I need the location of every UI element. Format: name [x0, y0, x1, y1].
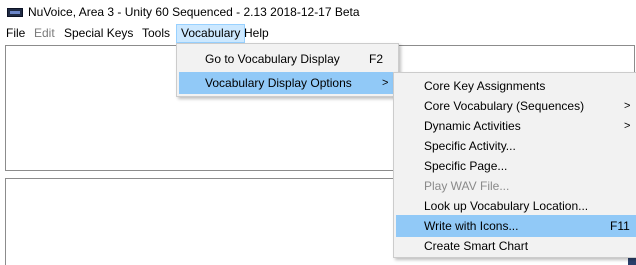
menu-file[interactable]: File	[2, 24, 29, 43]
menu-item-label: Play WAV File...	[424, 179, 510, 193]
menu-item-specific-activity[interactable]: Specific Activity...	[396, 135, 636, 157]
menu-item-core-key-assignments[interactable]: Core Key Assignments	[396, 75, 636, 97]
chevron-right-icon: >	[624, 100, 631, 112]
menu-item-core-vocabulary-sequences[interactable]: Core Vocabulary (Sequences) >	[396, 95, 636, 117]
menu-item-label: Look up Vocabulary Location...	[424, 199, 589, 213]
menu-item-label: Write with Icons...	[424, 219, 519, 233]
app-icon	[7, 8, 23, 17]
chevron-right-icon: >	[382, 77, 389, 89]
menu-edit[interactable]: Edit	[30, 24, 59, 43]
vocabulary-display-options-submenu: Core Key Assignments Core Vocabulary (Se…	[393, 72, 636, 258]
menu-item-label: Specific Page...	[424, 159, 508, 173]
title-bar: NuVoice, Area 3 - Unity 60 Sequenced - 2…	[0, 0, 636, 24]
menu-item-label: Core Vocabulary (Sequences)	[424, 99, 585, 113]
window-title: NuVoice, Area 3 - Unity 60 Sequenced - 2…	[28, 5, 360, 19]
menu-tools[interactable]: Tools	[138, 24, 174, 43]
menu-item-look-up-vocabulary-location[interactable]: Look up Vocabulary Location...	[396, 195, 636, 217]
menu-bar: File Edit Special Keys Tools Vocabulary …	[0, 24, 636, 43]
menu-item-dynamic-activities[interactable]: Dynamic Activities >	[396, 115, 636, 137]
menu-item-shortcut: F11	[610, 219, 630, 233]
menu-item-specific-page[interactable]: Specific Page...	[396, 155, 636, 177]
menu-item-create-smart-chart[interactable]: Create Smart Chart	[396, 235, 636, 257]
menu-item-label: Go to Vocabulary Display	[205, 52, 340, 66]
menu-special-keys[interactable]: Special Keys	[60, 24, 137, 43]
vocabulary-menu: Go to Vocabulary Display F2 Vocabulary D…	[176, 43, 399, 97]
menu-vocabulary[interactable]: Vocabulary	[176, 24, 246, 43]
menu-item-label: Create Smart Chart	[424, 239, 529, 253]
app-window: NuVoice, Area 3 - Unity 60 Sequenced - 2…	[0, 0, 636, 265]
menu-item-label: Vocabulary Display Options	[205, 76, 352, 90]
menu-item-label: Dynamic Activities	[424, 119, 521, 133]
menu-item-label: Core Key Assignments	[424, 79, 546, 93]
menu-item-label: Specific Activity...	[424, 139, 516, 153]
menu-item-write-with-icons[interactable]: Write with Icons... F11	[396, 215, 636, 237]
menu-item-play-wav-file: Play WAV File...	[396, 175, 636, 197]
menu-item-shortcut: F2	[369, 52, 384, 66]
menu-item-go-to-vocabulary-display[interactable]: Go to Vocabulary Display F2	[179, 48, 396, 70]
chevron-right-icon: >	[624, 120, 631, 132]
menu-help[interactable]: Help	[240, 24, 273, 43]
menu-item-vocabulary-display-options[interactable]: Vocabulary Display Options >	[179, 72, 396, 94]
